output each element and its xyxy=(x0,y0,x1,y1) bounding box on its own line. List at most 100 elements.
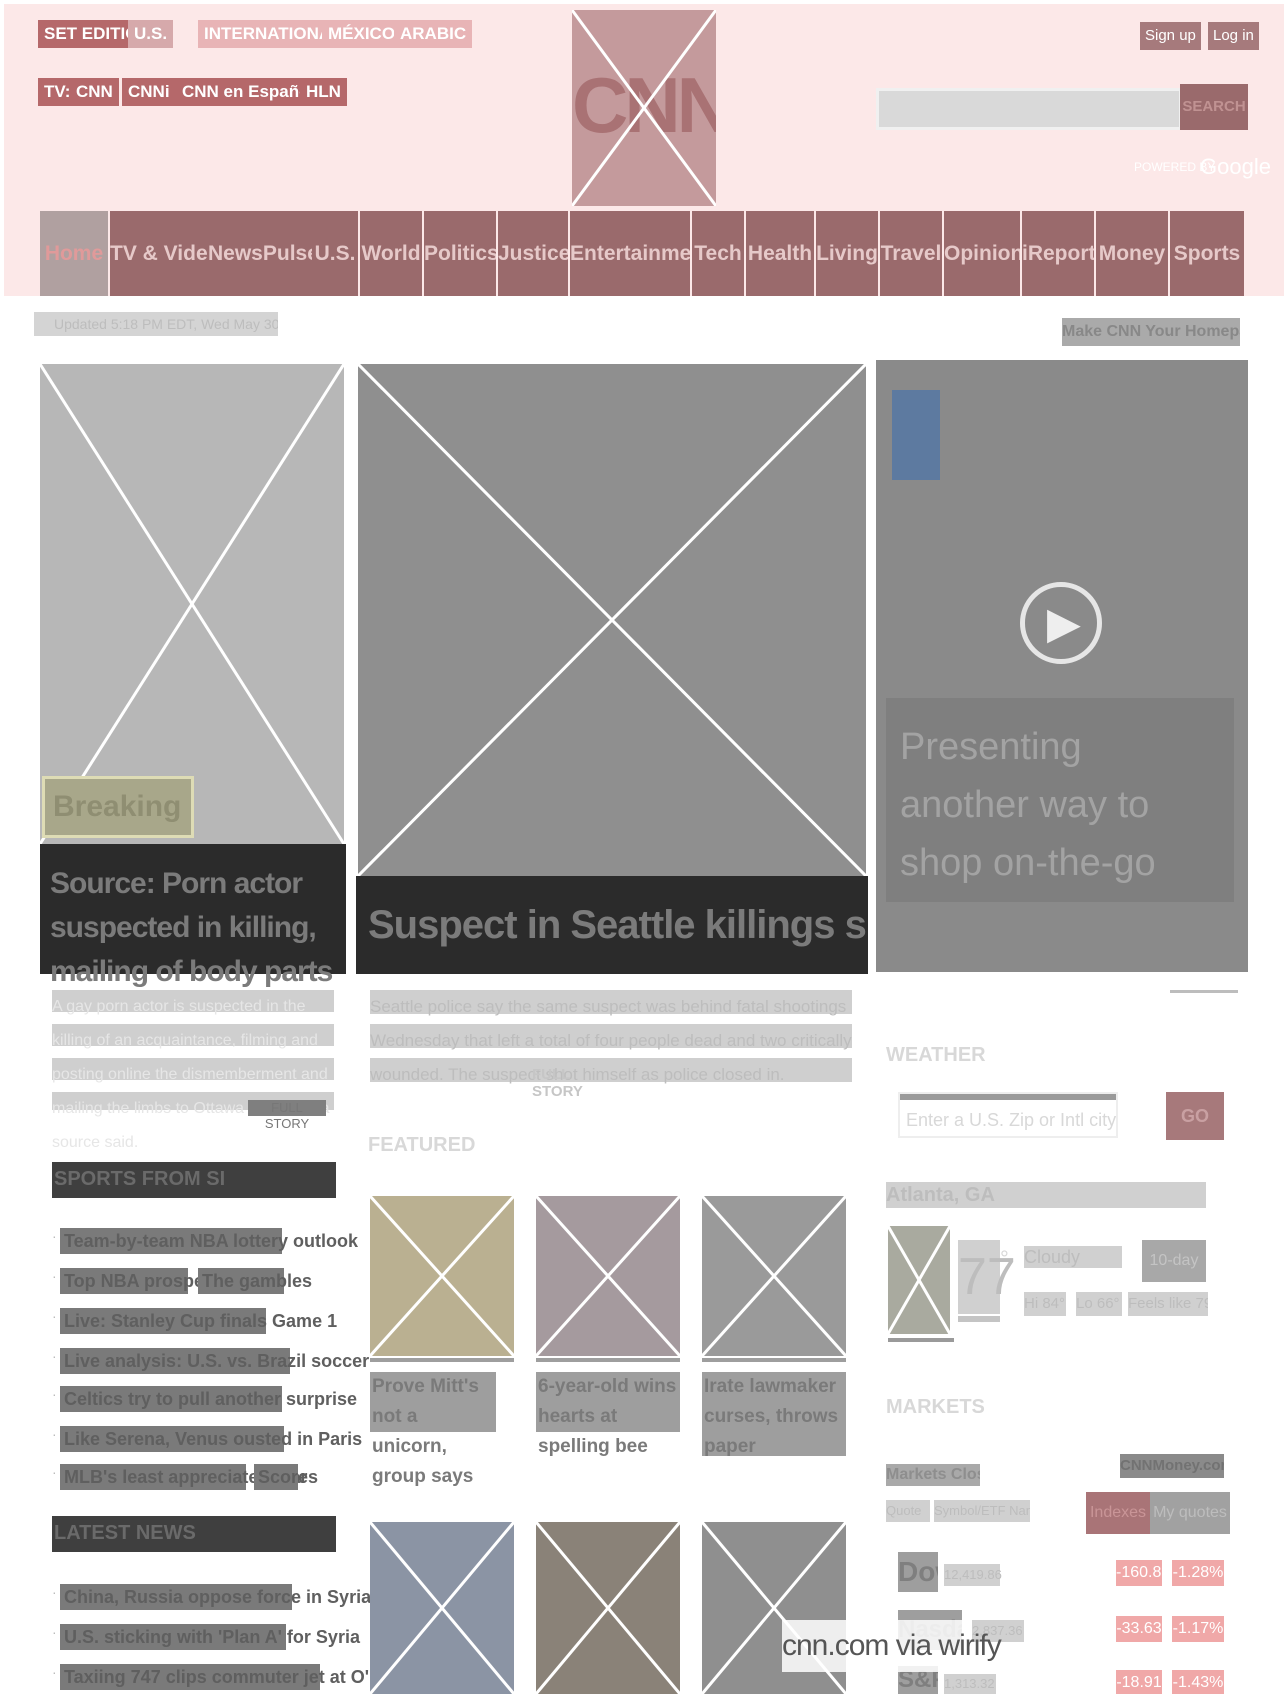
weather-lo: Lo 66° xyxy=(1076,1292,1122,1316)
list-item: · Live analysis: U.S. vs. Brazil soccer xyxy=(52,1348,369,1374)
tab-my-quotes[interactable]: My quotes xyxy=(1150,1492,1230,1534)
sports-link[interactable]: The gambles xyxy=(198,1268,312,1294)
nav-politics[interactable]: Politics xyxy=(424,211,496,296)
tab-indexes[interactable]: Indexes xyxy=(1086,1492,1150,1534)
weather-zip-placeholder: Enter a U.S. Zip or Intl city xyxy=(906,1110,1117,1130)
featured-thumb-1[interactable] xyxy=(370,1196,514,1356)
cnnmoney-link[interactable]: CNNMoney.com » xyxy=(1120,1454,1224,1478)
tv-cnni[interactable]: CNNi xyxy=(122,78,176,106)
featured-thumb-2[interactable] xyxy=(536,1196,680,1356)
bullet-icon: · xyxy=(52,1348,57,1364)
featured-caption-2[interactable]: 6-year-old wins hearts at spelling bee xyxy=(536,1372,680,1457)
list-item: · China, Russia oppose force in Syria xyxy=(52,1584,371,1610)
nav-newspulse[interactable]: NewsPulse xyxy=(208,211,312,296)
sports-link[interactable]: Live: Stanley Cup finals Game 1 xyxy=(60,1308,337,1334)
market-change: -160.83 xyxy=(1116,1560,1170,1586)
latest-news-link[interactable]: U.S. sticking with 'Plan A' for Syria xyxy=(60,1624,360,1650)
edition-us[interactable]: U.S. xyxy=(128,20,174,48)
nav-travel[interactable]: Travel xyxy=(880,211,942,296)
latest-news-link[interactable]: Taxiing 747 clips commuter jet at O'Hare xyxy=(60,1664,409,1690)
nav-justice[interactable]: Justice xyxy=(498,211,568,296)
wirify-watermark: cnn.com via wirify xyxy=(782,1620,1002,1672)
search-button[interactable]: SEARCH xyxy=(1180,84,1248,130)
breaking-news-badge: Breaking news xyxy=(42,776,194,838)
tv-cnn-espanol[interactable]: CNN en Español xyxy=(176,78,321,106)
bullet-icon: · xyxy=(52,1584,57,1600)
markets-status: Markets Closed xyxy=(886,1464,980,1486)
left-full-story-link[interactable]: FULL STORY xyxy=(248,1100,326,1131)
latest-news-link[interactable]: China, Russia oppose force in Syria xyxy=(60,1584,371,1610)
featured-caption-1[interactable]: Prove Mitt's not a unicorn, group says xyxy=(370,1372,496,1487)
bullet-icon: · xyxy=(52,1268,57,1284)
sports-link[interactable]: Top NBA prospects xyxy=(60,1268,230,1294)
cnn-logo[interactable]: CNN xyxy=(572,10,716,206)
sports-link[interactable]: Live analysis: U.S. vs. Brazil soccer xyxy=(60,1348,369,1374)
center-full-story-link[interactable]: FULL STORY xyxy=(532,1066,612,1100)
market-name[interactable]: Dow xyxy=(898,1552,938,1592)
list-item: · U.S. sticking with 'Plan A' for Syria xyxy=(52,1624,360,1650)
left-story-summary: A gay porn actor is suspected in the kil… xyxy=(52,990,334,1151)
log-in-button[interactable]: Log in xyxy=(1208,22,1259,50)
weather-condition: Cloudy xyxy=(1024,1246,1122,1268)
featured-divider xyxy=(536,1358,680,1362)
search-input[interactable] xyxy=(876,88,1182,130)
bullet-icon: · xyxy=(52,1464,57,1480)
nav-home[interactable]: Home xyxy=(40,211,108,296)
play-button[interactable]: ▶ xyxy=(1020,582,1102,664)
list-item: · Taxiing 747 clips commuter jet at O'Har… xyxy=(52,1664,409,1690)
nav-us[interactable]: U.S. xyxy=(312,211,358,296)
sports-link[interactable]: Celtics try to pull another surprise xyxy=(60,1386,357,1412)
ten-day-button[interactable]: 10-day xyxy=(1142,1240,1206,1282)
weather-header: WEATHER xyxy=(886,1044,986,1066)
market-percent: -1.17% xyxy=(1172,1616,1224,1642)
nav-health[interactable]: Health xyxy=(746,211,814,296)
bullet-icon: · xyxy=(52,1624,57,1640)
edition-mexico[interactable]: MÉXICO xyxy=(322,20,402,48)
featured-caption-3[interactable]: Irate lawmaker curses, throws paper xyxy=(702,1372,846,1457)
make-homepage-link[interactable]: Make CNN Your Homepage xyxy=(1062,318,1240,346)
sports-link[interactable]: Team-by-team NBA lottery outlook xyxy=(60,1228,358,1254)
left-story-image[interactable] xyxy=(40,364,344,844)
tv-hln[interactable]: HLN xyxy=(300,78,347,106)
nav-tech[interactable]: Tech xyxy=(692,211,744,296)
left-story-headline[interactable]: Source: Porn actor suspected in killing,… xyxy=(40,844,346,988)
nav-tv-video[interactable]: TV & Video xyxy=(110,211,208,296)
ad-banner[interactable]: ▶ Presenting another way to shop on-the-… xyxy=(876,360,1248,972)
sign-up-button[interactable]: Sign up xyxy=(1140,22,1201,50)
featured-thumb-4[interactable] xyxy=(370,1522,514,1694)
sports-link[interactable]: Scores xyxy=(254,1464,318,1490)
edition-arabic[interactable]: ARABIC xyxy=(394,20,473,48)
featured-thumb-5[interactable] xyxy=(536,1522,680,1694)
updated-timestamp: Updated 5:18 PM EDT, Wed May 30, 2012 xyxy=(34,312,278,336)
nav-money[interactable]: Money xyxy=(1096,211,1168,296)
ad-text: Presenting another way to shop on-the-go xyxy=(886,698,1234,902)
nav-world[interactable]: World xyxy=(360,211,422,296)
weather-location[interactable]: Atlanta, GA xyxy=(886,1182,1206,1208)
list-item: · Celtics try to pull another surprise xyxy=(52,1386,357,1412)
weather-zip-input[interactable]: Enter a U.S. Zip or Intl city xyxy=(898,1092,1118,1138)
quote-input[interactable]: Quote xyxy=(886,1500,930,1522)
weather-temp: 77 xyxy=(958,1240,1016,1314)
nav-living[interactable]: Living xyxy=(816,211,878,296)
list-item: · Like Serena, Venus ousted in Paris xyxy=(52,1426,362,1452)
nav-opinion[interactable]: Opinion xyxy=(944,211,1020,296)
nav-ireport[interactable]: iReport xyxy=(1022,211,1094,296)
play-icon: ▶ xyxy=(1047,599,1081,648)
featured-header: FEATURED xyxy=(368,1134,476,1156)
weather-go-button[interactable]: GO xyxy=(1166,1092,1224,1140)
sports-link[interactable]: MLB's least appreciated star xyxy=(60,1464,307,1490)
latest-news-header: LATEST NEWS xyxy=(52,1516,336,1552)
list-item: · MLB's least appreciated star Scores xyxy=(52,1464,318,1490)
tv-cnn[interactable]: CNN xyxy=(70,78,119,106)
bullet-icon: · xyxy=(52,1386,57,1402)
symbol-input[interactable]: Symbol/ETF Name xyxy=(934,1500,1030,1522)
input-shadow xyxy=(900,1094,1116,1100)
featured-thumb-3[interactable] xyxy=(702,1196,846,1356)
center-story-image[interactable] xyxy=(358,364,866,876)
nav-sports[interactable]: Sports xyxy=(1170,211,1244,296)
center-story-headline[interactable]: Suspect in Seattle killings shoots self xyxy=(356,876,868,974)
sports-link[interactable]: Like Serena, Venus ousted in Paris xyxy=(60,1426,362,1452)
nav-entertainment[interactable]: Entertainment xyxy=(570,211,690,296)
ad-divider xyxy=(1170,990,1238,993)
sports-header: SPORTS FROM SI xyxy=(52,1162,336,1198)
